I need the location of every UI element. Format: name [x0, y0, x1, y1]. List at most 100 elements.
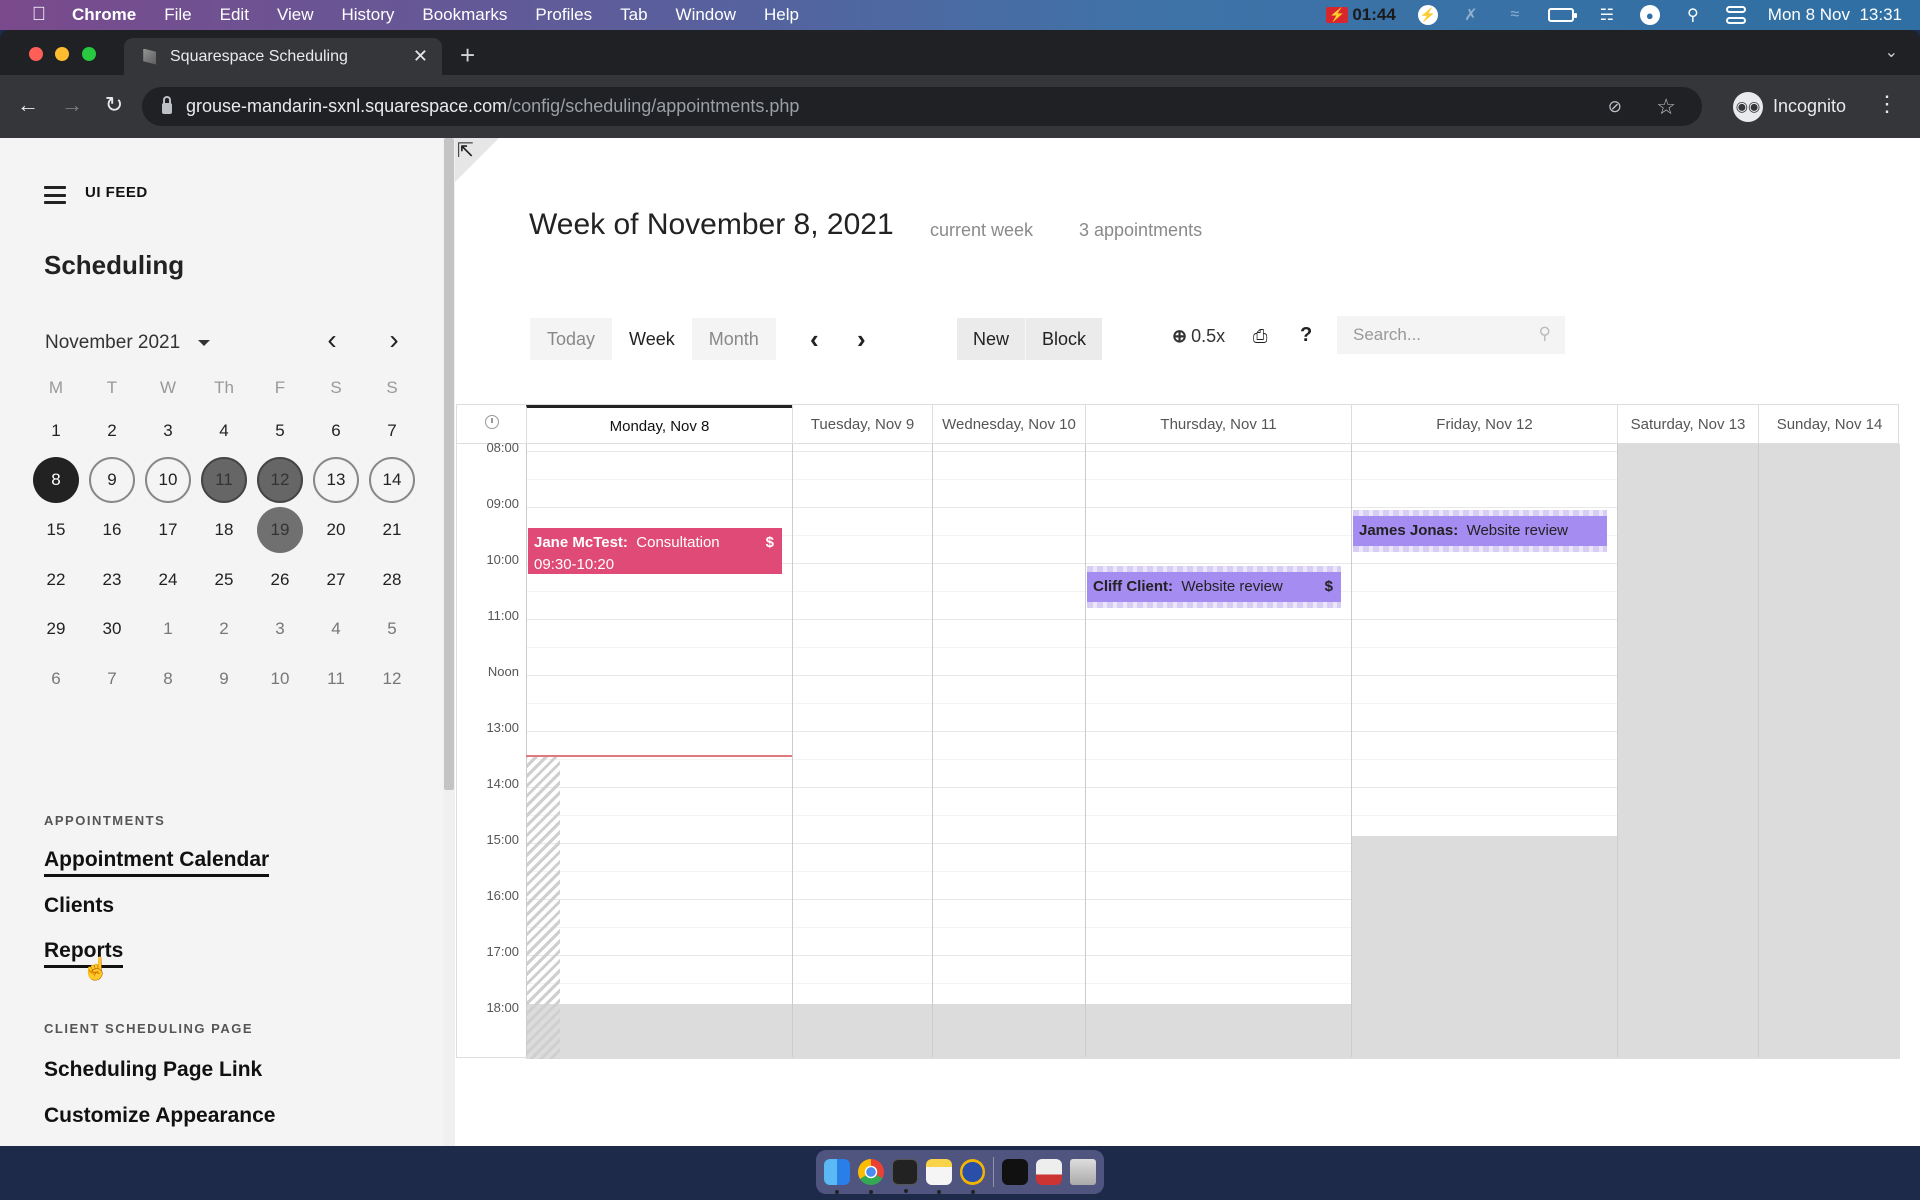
mini-calendar-day[interactable]: 6 — [308, 406, 364, 455]
mini-calendar-prev-month-chevron-left-icon[interactable]: ‹ — [318, 324, 346, 356]
day-column-header[interactable]: Saturday, Nov 13 — [1617, 405, 1758, 444]
mini-calendar-next-month-chevron-right-icon[interactable]: › — [380, 324, 408, 356]
address-bar[interactable]: grouse-mandarin-sxnl.squarespace.com /co… — [142, 87, 1702, 126]
trash-dock-icon[interactable] — [1070, 1159, 1097, 1185]
mini-calendar-day[interactable]: 9 — [84, 456, 140, 505]
reload-button[interactable]: ↻ — [100, 92, 128, 118]
incognito-profile-button[interactable]: ◉◉ Incognito — [1733, 87, 1846, 126]
mini-calendar-day[interactable]: 3 — [252, 605, 308, 654]
menu-file[interactable]: File — [164, 5, 191, 25]
mini-calendar-day[interactable]: 30 — [84, 605, 140, 654]
mini-calendar-day[interactable]: 10 — [140, 456, 196, 505]
today-button[interactable]: Today — [530, 318, 612, 360]
mini-calendar-day[interactable]: 5 — [252, 406, 308, 455]
mini-calendar-day[interactable]: 11 — [196, 456, 252, 505]
sync-icon[interactable]: ≈ — [1504, 5, 1526, 25]
mini-calendar-day[interactable]: 15 — [28, 505, 84, 554]
mini-calendar-day[interactable]: 23 — [84, 555, 140, 604]
mini-calendar-day[interactable]: 27 — [308, 555, 364, 604]
search-icon[interactable]: ⚲ — [1539, 324, 1551, 344]
appointment-block[interactable]: Cliff Client: Website review $ — [1087, 572, 1341, 602]
finder-dock-icon[interactable] — [824, 1159, 850, 1194]
battery-icon[interactable] — [1547, 8, 1577, 22]
day-column-header[interactable]: Wednesday, Nov 10 — [932, 405, 1085, 444]
hamburger-menu-icon[interactable] — [44, 186, 66, 204]
mini-calendar-day[interactable]: 12 — [364, 654, 420, 703]
mini-calendar-day[interactable]: 16 — [84, 505, 140, 554]
terminal-dock-icon[interactable] — [891, 1159, 918, 1193]
mini-calendar-day[interactable]: 24 — [140, 555, 196, 604]
window-close-button[interactable] — [29, 47, 43, 61]
user-account-icon[interactable]: ● — [1639, 5, 1660, 25]
tracking-blocked-eye-icon[interactable]: ⊘ — [1608, 97, 1622, 117]
menu-edit[interactable]: Edit — [220, 5, 249, 25]
window-zoom-button[interactable] — [82, 47, 96, 61]
wifi-icon[interactable]: ☵ — [1596, 5, 1618, 25]
mini-calendar-day[interactable]: 1 — [140, 605, 196, 654]
browser-tab-active[interactable]: Squarespace Scheduling ✕ — [124, 38, 442, 75]
day-column[interactable] — [1617, 444, 1758, 1057]
mini-calendar-day[interactable]: 19 — [252, 505, 308, 554]
tab-search-chevron-icon[interactable]: ⌄ — [1885, 42, 1898, 62]
recent-window-dock-icon[interactable] — [1002, 1159, 1029, 1185]
mini-calendar-day[interactable]: 21 — [364, 505, 420, 554]
bluetooth-off-icon[interactable]: ✗ — [1460, 5, 1482, 25]
sidebar-scrollbar[interactable] — [443, 138, 455, 1146]
mini-calendar-day[interactable]: 14 — [364, 456, 420, 505]
mini-calendar-day[interactable]: 18 — [196, 505, 252, 554]
lock-icon[interactable] — [162, 96, 172, 114]
month-view-button[interactable]: Month — [692, 318, 776, 360]
mini-calendar-day[interactable]: 8 — [140, 654, 196, 703]
menu-view[interactable]: View — [277, 5, 314, 25]
mini-calendar-day[interactable]: 6 — [28, 654, 84, 703]
mini-calendar-day[interactable]: 7 — [84, 654, 140, 703]
mini-calendar-day[interactable]: 25 — [196, 555, 252, 604]
back-button[interactable]: ← — [14, 92, 42, 118]
mini-calendar-day[interactable]: 3 — [140, 406, 196, 455]
spotlight-search-icon[interactable]: ⚲ — [1682, 5, 1704, 25]
menu-tab[interactable]: Tab — [620, 5, 647, 25]
menu-profiles[interactable]: Profiles — [535, 5, 592, 25]
mini-calendar-day[interactable]: 2 — [196, 605, 252, 654]
help-question-icon[interactable]: ? — [1300, 324, 1312, 347]
day-column[interactable] — [1085, 444, 1351, 1057]
mini-calendar-day[interactable]: 12 — [252, 456, 308, 505]
menu-app-chrome[interactable]: Chrome — [72, 5, 136, 25]
zoom-control[interactable]: ⊕ 0.5x — [1172, 326, 1225, 347]
mini-calendar-day[interactable]: 10 — [252, 654, 308, 703]
nav-customize-appearance[interactable]: Customize Appearance — [44, 1104, 275, 1128]
forward-button[interactable]: → — [58, 92, 86, 118]
site-brand[interactable]: UI FEED — [85, 184, 148, 201]
notes-dock-icon[interactable] — [925, 1159, 952, 1194]
appointment-block[interactable]: Jane McTest: Consultation $09:30-10:20 — [528, 528, 782, 575]
mini-calendar-day[interactable]: 7 — [364, 406, 420, 455]
print-icon[interactable]: ⎙ — [1253, 326, 1267, 347]
appointment-block[interactable]: James Jonas: Website review — [1353, 516, 1607, 546]
day-column-header[interactable]: Thursday, Nov 11 — [1085, 405, 1351, 444]
mini-calendar-day[interactable]: 5 — [364, 605, 420, 654]
collapse-arrow-icon[interactable]: ⇱ — [457, 138, 474, 163]
control-center-icon[interactable] — [1725, 6, 1746, 24]
nav-appointment-calendar[interactable]: Appointment Calendar — [44, 848, 270, 877]
mini-calendar-day[interactable]: 22 — [28, 555, 84, 604]
bolt-app-icon[interactable]: ⚡ — [1417, 5, 1438, 25]
tab-close-icon[interactable]: ✕ — [413, 46, 428, 67]
screen-recorder-status[interactable]: ⚡ 01:44 — [1326, 5, 1396, 25]
new-appointment-button[interactable]: New — [957, 318, 1025, 360]
menu-window[interactable]: Window — [676, 5, 736, 25]
clock-datetime[interactable]: Mon 8 Nov 13:31 — [1768, 5, 1902, 25]
menu-history[interactable]: History — [341, 5, 394, 25]
day-column-header[interactable]: Tuesday, Nov 9 — [792, 405, 932, 444]
next-week-chevron-right-icon[interactable]: › — [857, 324, 866, 355]
bookmark-star-icon[interactable]: ☆ — [1656, 94, 1676, 120]
sidebar-scrollbar-thumb[interactable] — [444, 138, 454, 790]
mini-calendar-day[interactable]: 26 — [252, 555, 308, 604]
day-column[interactable] — [792, 444, 932, 1057]
mini-calendar-day[interactable]: 4 — [308, 605, 364, 654]
mini-calendar-day[interactable]: 2 — [84, 406, 140, 455]
search-input[interactable] — [1337, 325, 1527, 345]
day-column-header[interactable]: Sunday, Nov 14 — [1758, 405, 1900, 444]
nav-scheduling-page-link[interactable]: Scheduling Page Link — [44, 1058, 262, 1082]
window-minimize-button[interactable] — [55, 47, 69, 61]
new-tab-button[interactable]: + — [460, 40, 475, 71]
